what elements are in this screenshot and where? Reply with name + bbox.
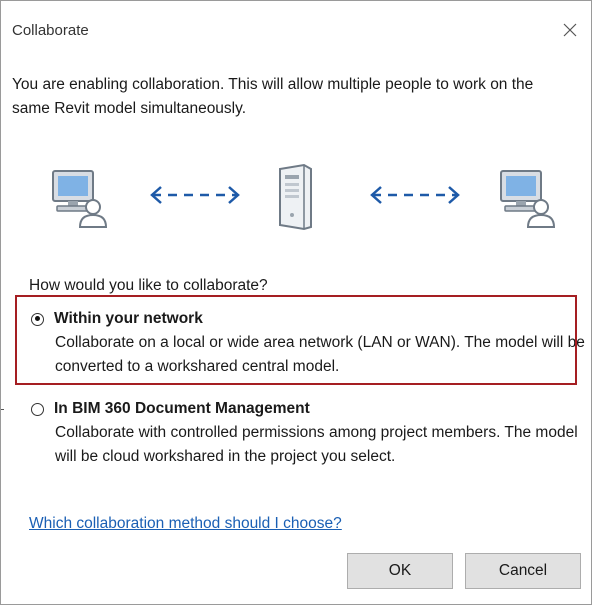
option-within-network[interactable]: Within your network Collaborate on a loc… (31, 307, 586, 379)
close-icon (563, 23, 577, 37)
intro-text: You are enabling collaboration. This wil… (12, 76, 534, 117)
double-arrow-icon (150, 186, 240, 204)
ok-button[interactable]: OK (347, 553, 453, 589)
radio-within-network[interactable] (31, 312, 44, 326)
cancel-button[interactable]: Cancel (465, 553, 581, 589)
collaboration-question: How would you like to collaborate? (29, 277, 268, 294)
option-bim360[interactable]: In BIM 360 Document Management Collabora… (31, 397, 586, 469)
help-link[interactable]: Which collaboration method should I choo… (29, 515, 342, 533)
collaborate-dialog: Collaborate You are enabling collaborati… (0, 0, 592, 605)
option-description: Collaborate on a local or wide area netw… (55, 334, 585, 375)
close-button[interactable] (557, 17, 583, 43)
collaboration-graphic (1, 161, 591, 241)
workstation-user-icon (500, 170, 556, 228)
dialog-title: Collaborate (12, 22, 89, 39)
radio-bim360[interactable] (31, 402, 44, 416)
workstation-user-icon (52, 170, 108, 228)
option-title: Within your network (54, 310, 203, 327)
option-description: Collaborate with controlled permissions … (55, 424, 578, 465)
divider-mark (1, 409, 4, 410)
option-title: In BIM 360 Document Management (54, 400, 310, 417)
server-icon (279, 163, 312, 231)
double-arrow-icon (370, 186, 460, 204)
title-bar: Collaborate (1, 1, 591, 61)
